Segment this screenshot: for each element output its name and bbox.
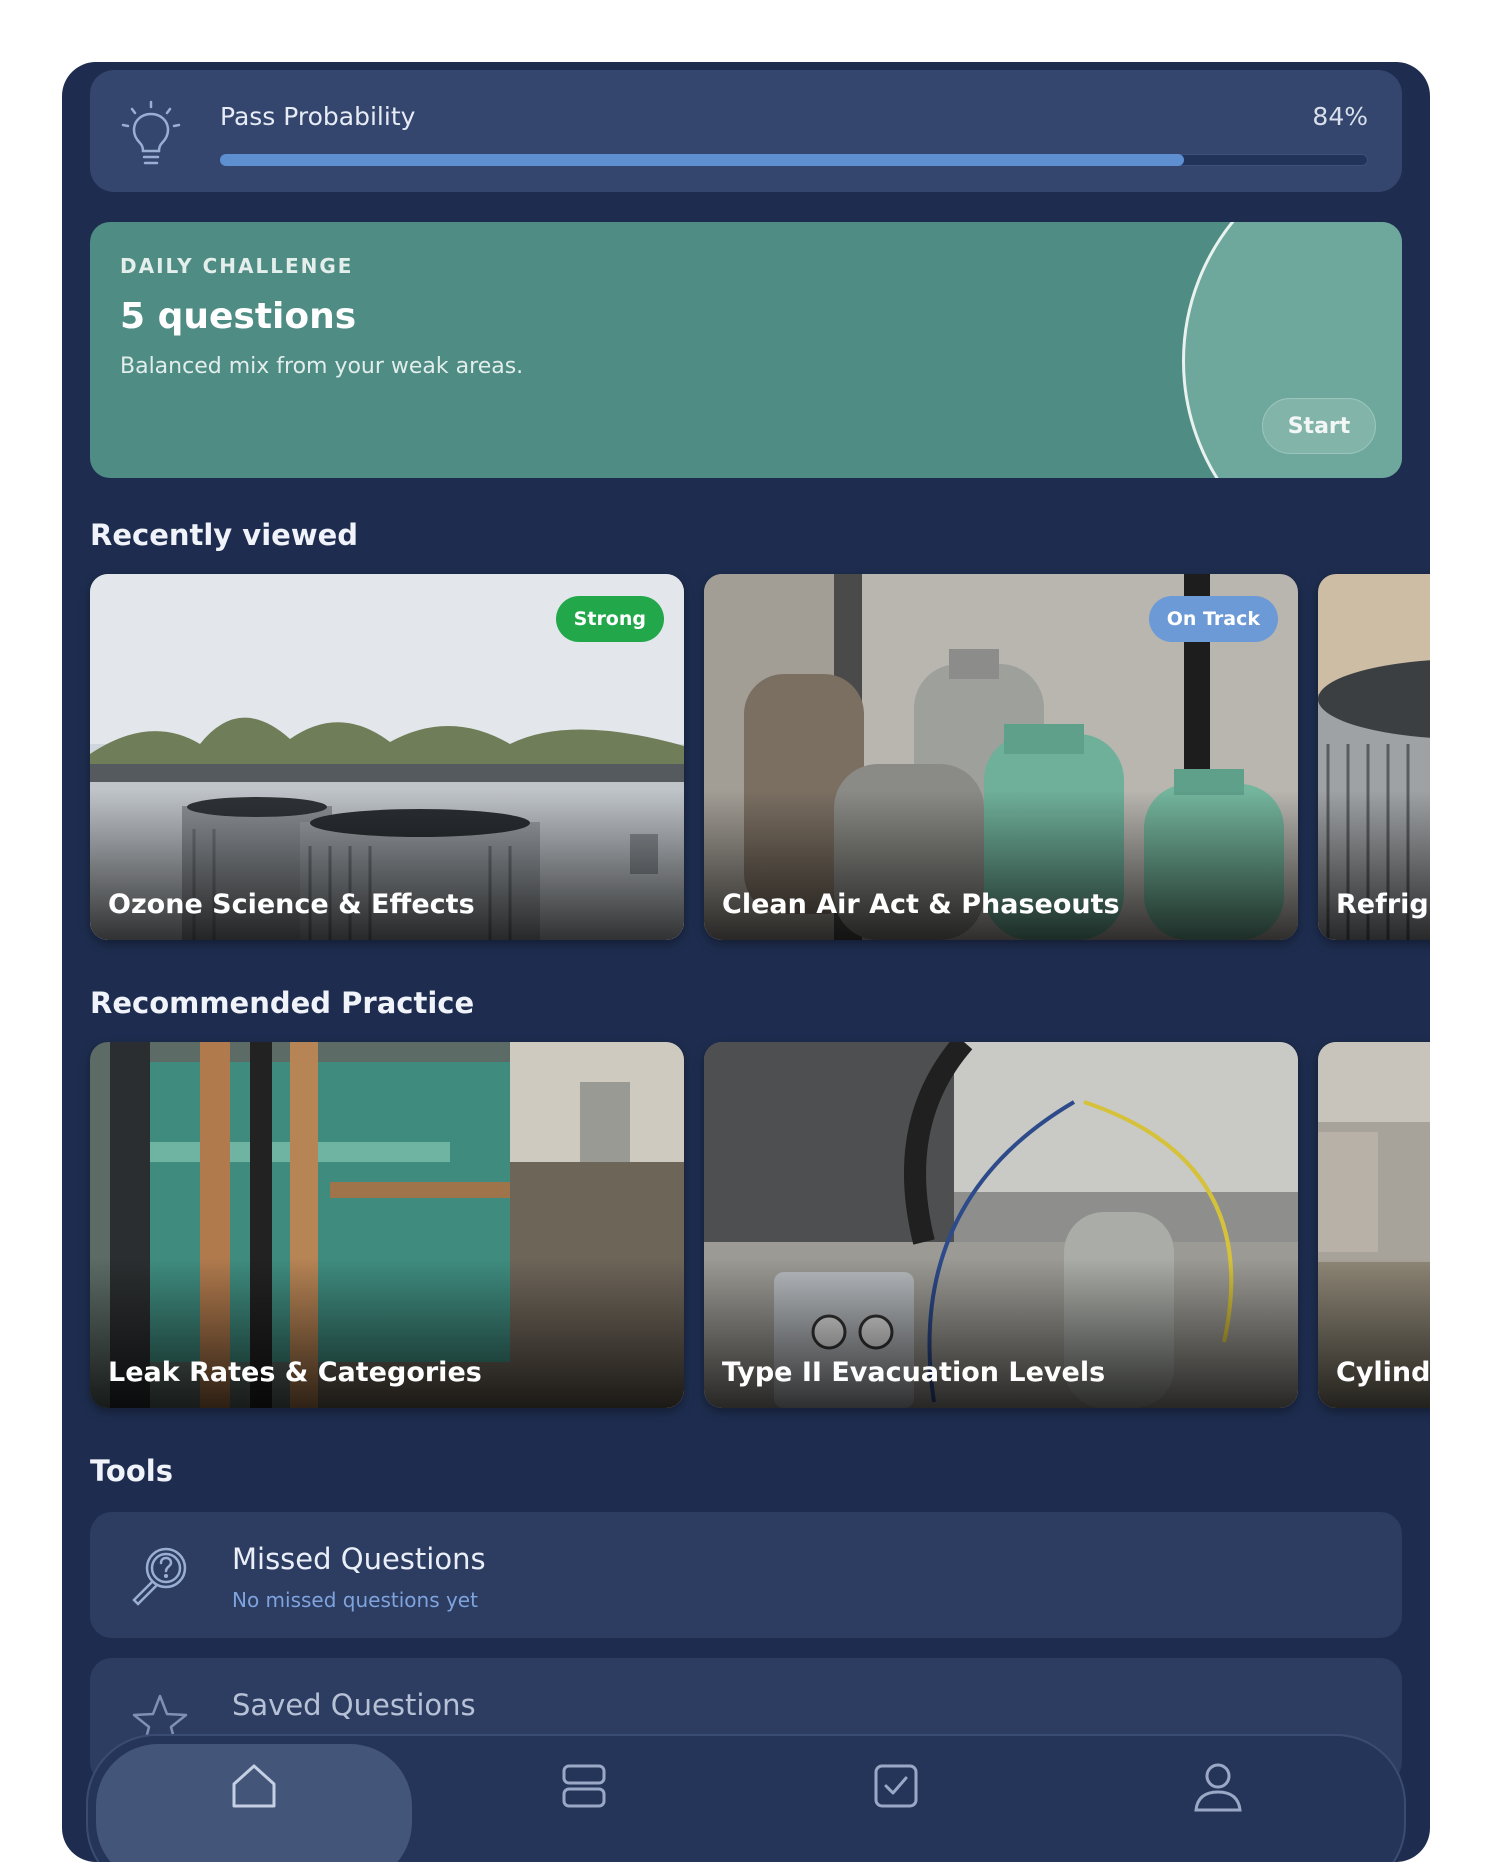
card-title: Refrige: [1336, 889, 1430, 920]
recently-viewed-heading: Recently viewed: [90, 518, 359, 552]
pass-probability-fill: [220, 154, 1185, 166]
bottom-tab-bar: [86, 1734, 1406, 1862]
card-title: Clean Air Act & Phaseouts: [722, 889, 1120, 920]
topic-card-clean-air-act[interactable]: On Track Clean Air Act & Phaseouts: [704, 574, 1298, 940]
tools-heading: Tools: [90, 1454, 173, 1488]
profile-icon[interactable]: [1190, 1758, 1246, 1814]
app-screen: Pass Probability 84% DAILY CHALLENGE 5 q…: [62, 62, 1430, 1862]
lightbulb-icon: [121, 100, 181, 165]
status-badge: On Track: [1148, 596, 1278, 642]
pass-probability-bar: [220, 154, 1368, 166]
daily-challenge-title: 5 questions: [120, 296, 357, 337]
topic-card-cylinders[interactable]: Cylinde: [1318, 1042, 1430, 1408]
pass-probability-value: 84%: [1312, 102, 1368, 131]
pass-probability-card: Pass Probability 84%: [90, 70, 1402, 192]
card-title: Leak Rates & Categories: [108, 1357, 482, 1388]
card-title: Cylinde: [1336, 1357, 1430, 1388]
status-badge: Strong: [555, 596, 664, 642]
card-title: Ozone Science & Effects: [108, 889, 475, 920]
daily-challenge-subtitle: Balanced mix from your weak areas.: [120, 354, 524, 379]
missed-questions-card[interactable]: Missed Questions No missed questions yet: [90, 1512, 1402, 1638]
topic-card-evacuation[interactable]: Type II Evacuation Levels: [704, 1042, 1298, 1408]
home-icon[interactable]: [226, 1758, 282, 1814]
tool-title: Missed Questions: [232, 1542, 486, 1576]
checkbox-icon[interactable]: [868, 1758, 924, 1814]
card-title: Type II Evacuation Levels: [722, 1357, 1106, 1388]
start-button[interactable]: Start: [1262, 398, 1376, 454]
daily-challenge-eyebrow: DAILY CHALLENGE: [120, 254, 354, 278]
topic-card-refrigerants[interactable]: Refrige: [1318, 574, 1430, 940]
topic-card-ozone[interactable]: Strong Ozone Science & Effects: [90, 574, 684, 940]
topic-card-leak-rates[interactable]: Leak Rates & Categories: [90, 1042, 684, 1408]
search-question-icon: [132, 1547, 187, 1606]
tool-subtitle: No missed questions yet: [232, 1588, 478, 1612]
daily-challenge-card[interactable]: DAILY CHALLENGE 5 questions Balanced mix…: [90, 222, 1402, 478]
pass-probability-label: Pass Probability: [220, 102, 416, 131]
tool-title: Saved Questions: [232, 1688, 476, 1722]
stack-icon[interactable]: [556, 1758, 612, 1814]
recommended-practice-heading: Recommended Practice: [90, 986, 475, 1020]
